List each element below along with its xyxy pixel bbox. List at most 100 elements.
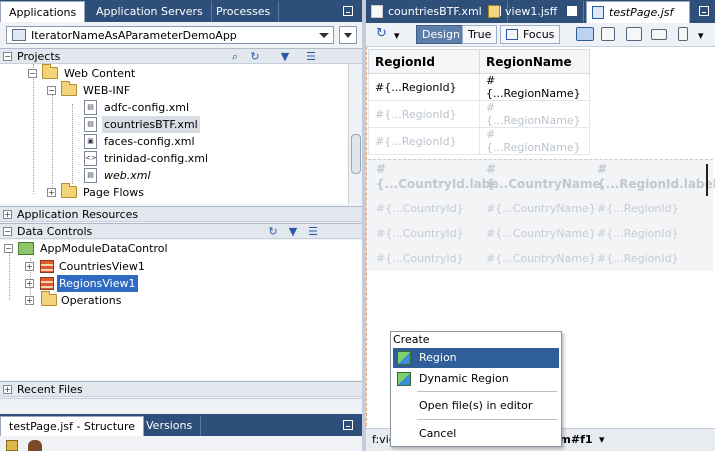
menu-item-cancel[interactable]: Cancel [393,424,559,444]
column-header-line: {...CountryId.labe [376,177,499,191]
folder-icon [42,64,58,79]
tree-item-trinidad-config[interactable]: <> trinidad-config.xml [84,150,210,167]
phone-portrait-icon[interactable] [678,27,688,41]
page-file-icon [488,5,500,18]
expand-icon[interactable]: + [3,210,12,219]
tab-application-servers[interactable]: Application Servers [88,1,212,22]
tree-item-page-flows[interactable]: + Page Flows [47,183,146,201]
tab-processes[interactable]: Processes [208,1,280,22]
tab-label: Application Servers [96,5,203,18]
tablet-portrait-icon[interactable] [601,27,615,41]
chevron-down-icon[interactable]: ▾ [692,25,710,44]
region-icon [397,351,411,365]
sort-options-icon[interactable]: ☰ [306,225,320,238]
tab-versions[interactable]: Versions [138,416,202,436]
project-tree-scrollbar[interactable] [348,64,362,204]
countries-table[interactable]: # {...CountryId.labe # {...CountryName. … [368,159,715,271]
tree-item-appmoduledatacontrol[interactable]: − AppModuleDataControl [4,240,170,257]
table-row[interactable]: #{...RegionId} #{...RegionName} [368,127,590,155]
table-row[interactable]: #{...RegionId} #{...RegionName} [368,100,590,128]
navigator-pane: Applications Application Servers Process… [0,0,362,451]
editor-tab-bar: countriesBTF.xml view1.jsff testPage.jsf [366,0,715,23]
regions-table[interactable]: RegionId RegionName #{...RegionId} #{...… [368,49,590,155]
filter-icon[interactable]: ▼ [286,225,300,238]
tree-item-web-xml[interactable]: ▤ web.xml [84,167,153,184]
focus-icon [506,29,518,40]
tree-item-label: Web Content [64,67,136,80]
column-header-countryid[interactable]: # {...CountryId.labe [376,162,498,192]
expand-icon[interactable]: + [3,385,12,394]
table-row[interactable]: #{...RegionId} #{...RegionName} [368,73,590,101]
application-menu-button[interactable] [339,26,357,44]
focus-button[interactable]: Focus [500,25,561,44]
column-resize-handle[interactable] [706,164,708,196]
column-header-countryname[interactable]: # {...CountryName. [486,162,605,192]
projects-header[interactable]: − Projects ⌕ ↻ ▼ ☰ [0,48,362,64]
scrollbar-thumb[interactable] [351,134,361,174]
navigator-horizontal-scrollbar[interactable] [0,398,362,410]
collapse-icon[interactable]: − [28,69,37,78]
chevron-down-icon[interactable]: ▾ [388,25,406,44]
table-cell: #{...RegionName} [479,100,590,128]
menu-item-region[interactable]: Region [393,348,559,368]
desktop-view-icon[interactable] [576,27,594,41]
collapse-icon[interactable]: − [3,227,12,236]
refresh-icon[interactable]: ↻ [248,50,262,63]
column-header-line: {...CountryName. [486,177,606,191]
binoculars-icon[interactable] [28,440,42,451]
table-cell: #{...RegionName} [479,127,590,155]
chevron-down-icon[interactable]: ▾ [599,433,605,446]
tree-item-regionsview1[interactable]: + RegionsView1 [25,275,138,292]
tree-item-web-inf[interactable]: − WEB-INF [47,81,132,99]
collapse-icon[interactable]: − [4,244,13,253]
filter-icon[interactable]: ▼ [278,50,292,63]
project-tree: − Web Content − WEB-INF ▤ adfc-config.xm… [0,64,348,204]
data-controls-header[interactable]: − Data Controls ↻ ▼ ☰ [0,223,362,239]
xml-file-icon: ▤ [84,168,97,183]
tablet-landscape-icon[interactable] [626,27,642,41]
structure-toolbar-icon[interactable] [6,440,18,451]
editor-tab-label: view1.jsff [505,5,558,18]
refresh-icon[interactable]: ↻ [266,225,280,238]
application-selector[interactable]: IteratorNameAsAParameterDemoApp [6,26,334,44]
table-cell: #{...CountryId} [376,227,464,240]
application-selector-value: IteratorNameAsAParameterDemoApp [31,29,237,42]
canvas-border [366,47,367,451]
chevron-down-icon [344,33,352,38]
tab-structure[interactable]: testPage.jsf - Structure [0,416,145,436]
tree-item-adfc-config[interactable]: ▤ adfc-config.xml [84,99,191,116]
design-button[interactable]: Design [416,25,466,44]
tree-item-countriesbtf[interactable]: ▤ countriesBTF.xml [84,116,200,133]
menu-item-open-files[interactable]: Open file(s) in editor [393,396,559,416]
collapse-icon[interactable]: − [47,86,56,95]
phone-landscape-icon[interactable] [651,29,667,40]
application-resources-header[interactable]: + Application Resources [0,206,362,222]
tab-applications[interactable]: Applications [0,1,86,22]
jsf-file-icon [592,6,604,19]
column-header-regionid[interactable]: RegionId [368,49,480,74]
view-object-icon [40,260,54,273]
minimize-icon[interactable] [699,6,709,16]
minimize-icon[interactable] [343,6,353,16]
true-button[interactable]: True [462,25,498,44]
tree-item-operations[interactable]: + Operations [25,291,123,309]
projects-header-label: Projects [17,50,61,63]
column-header-regionname[interactable]: RegionName [479,49,590,74]
editor-tab-testpage[interactable]: testPage.jsf [586,1,690,23]
expand-icon[interactable]: + [25,262,34,271]
expand-icon[interactable]: + [25,296,34,305]
tree-item-faces-config[interactable]: ▣ faces-config.xml [84,133,197,150]
sort-options-icon[interactable]: ☰ [304,50,318,63]
expand-icon[interactable]: + [47,188,56,197]
collapse-icon[interactable]: − [3,52,12,61]
editor-tab-view1[interactable]: view1.jsff [483,1,584,23]
tree-item-countriesview1[interactable]: + CountriesView1 [25,258,147,275]
tree-item-web-content[interactable]: − Web Content [28,64,137,82]
menu-item-dynamic-region[interactable]: Dynamic Region [393,369,559,389]
minimize-icon[interactable] [343,420,353,430]
expand-icon[interactable]: + [25,279,34,288]
column-header-regionid[interactable]: # {...RegionId.label [597,162,715,192]
recent-files-header[interactable]: + Recent Files [0,381,362,397]
close-icon[interactable] [566,6,577,16]
search-icon[interactable]: ⌕ [228,50,242,63]
